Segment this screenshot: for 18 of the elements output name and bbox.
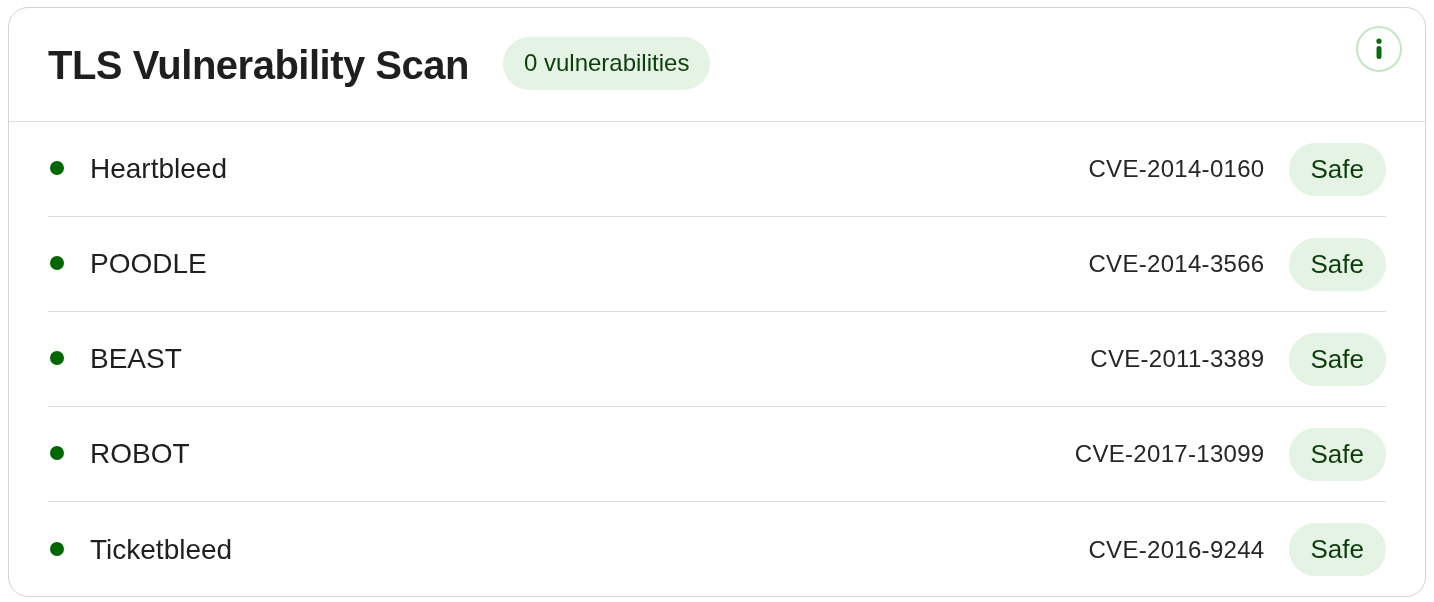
- cve-id: CVE-2014-3566: [1088, 249, 1265, 279]
- status-badge: Safe: [1288, 332, 1386, 386]
- cve-id: CVE-2014-0160: [1088, 154, 1265, 184]
- vulnerability-count-badge: 0 vulnerabilities: [502, 36, 711, 90]
- vulnerability-name: POODLE: [90, 247, 207, 281]
- card-title: TLS Vulnerability Scan: [48, 44, 469, 85]
- vulnerability-name: ROBOT: [90, 437, 190, 471]
- status-badge: Safe: [1288, 523, 1386, 576]
- cve-id: CVE-2011-3389: [1090, 344, 1265, 374]
- vulnerability-name: Heartbleed: [90, 152, 227, 186]
- cve-id: CVE-2017-13099: [1074, 439, 1265, 469]
- status-badge: Safe: [1288, 237, 1386, 291]
- status-badge: Safe: [1288, 142, 1386, 196]
- vulnerability-name: BEAST: [90, 342, 182, 376]
- status-badge: Safe: [1288, 427, 1386, 481]
- vulnerability-name: Ticketbleed: [90, 532, 233, 567]
- cve-id: CVE-2016-9244: [1088, 534, 1265, 565]
- info-icon[interactable]: [1356, 26, 1402, 72]
